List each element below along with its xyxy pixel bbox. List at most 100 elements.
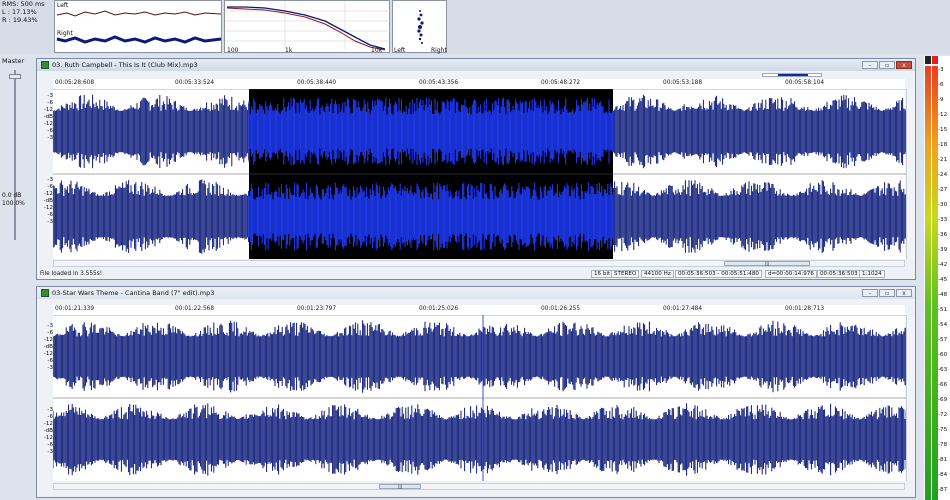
ylab: -3 [47, 219, 53, 225]
ylab: -3 [47, 177, 53, 183]
close-button[interactable]: x [896, 61, 912, 69]
ylab: -dB [43, 344, 53, 350]
waveform-area-2[interactable] [52, 314, 907, 481]
tick-1-0: 00:05:28:608 [55, 80, 95, 86]
vertical-scrollbar-1[interactable] [906, 89, 915, 259]
spectrum-plot: 100 1k 10k [224, 0, 391, 54]
cursor-position: 00:05:36:503 [817, 270, 861, 278]
ylab: -6 [47, 128, 53, 134]
meter-tick: -72 [938, 412, 948, 418]
meter-tick: -48 [938, 292, 948, 298]
ylab: -12 [43, 191, 53, 197]
y-axis-ch2: -3 -6 -12 -dB -12 -6 -3 [39, 407, 53, 456]
y-axis-ch2: -3 -6 -12 -dB -12 -6 -3 [39, 177, 53, 226]
spectrum-tick-1k: 1k [285, 47, 293, 54]
scroll-thumb-1[interactable]: ||| [724, 261, 810, 266]
maximize-button[interactable]: ▫ [879, 289, 895, 297]
meter-tick: -51 [938, 307, 948, 313]
ylab: -dB [43, 198, 53, 204]
ylab: -6 [47, 442, 53, 448]
ylab: -3 [47, 407, 53, 413]
meter-tick: -36 [938, 232, 948, 238]
horizontal-scrollbar-2[interactable]: ||| [53, 483, 905, 490]
meter-tick: -6 [938, 82, 944, 88]
meter-tick: -54 [938, 322, 948, 328]
ylab: -6 [47, 100, 53, 106]
minimize-button[interactable]: – [862, 289, 878, 297]
tick-2-2: 00:01:23:797 [297, 306, 337, 312]
peak-indicator-left [925, 56, 931, 64]
audio-window-1[interactable]: 03. Ruth Campbell - This Is It (Club Mix… [36, 58, 916, 280]
vertical-scrollbar-2[interactable] [906, 315, 915, 481]
meter-bar-left [925, 66, 931, 500]
meter-tick: -81 [938, 457, 948, 463]
tick-1-3: 00:05:43:356 [419, 80, 459, 86]
ylab: -12 [43, 351, 53, 357]
y-axis-ch1: -3 -6 -12 -dB -12 -6 -3 [39, 323, 53, 372]
meter-tick: -24 [938, 172, 948, 178]
ylab: -6 [47, 358, 53, 364]
ylab: -3 [47, 449, 53, 455]
meter-tick: -39 [938, 247, 948, 253]
lr-left-label: Left [57, 2, 69, 9]
maximize-button[interactable]: ▫ [879, 61, 895, 69]
meter-tick: -33 [938, 217, 948, 223]
stereo-scope: Left Right [392, 0, 447, 54]
analysis-strip: RMS: 500 ms L : 17.13% R : 19.43% Left R… [0, 0, 950, 54]
waveform-svg-2[interactable] [52, 314, 907, 481]
window-2-titlebar[interactable]: 03-Star Wars Theme - Cantina Band (7" ed… [37, 287, 915, 299]
sample-rate: 44100 Hz [641, 270, 674, 278]
scope-right-label: Right [431, 47, 447, 54]
rms-right: R : 19.43% [2, 16, 38, 24]
ylab: -12 [43, 421, 53, 427]
selection-range: 00:05:36:503 - 00:05:51:480 [675, 270, 762, 278]
meter-tick: -30 [938, 202, 948, 208]
timeline-ruler-2[interactable]: 00:01:21:339 00:01:22:568 00:01:23:797 0… [53, 305, 905, 315]
spectrum-svg [225, 1, 391, 51]
meter-tick: -9 [938, 97, 944, 103]
meter-tick: -18 [938, 142, 948, 148]
ylab: -12 [43, 107, 53, 113]
rms-readout: RMS: 500 ms L : 17.13% R : 19.43% [2, 0, 52, 24]
tick-2-1: 00:01:22:568 [175, 306, 215, 312]
waveform-area-1[interactable] [52, 88, 907, 259]
overview-viewport[interactable] [778, 74, 808, 76]
ylab: -6 [47, 414, 53, 420]
tick-2-6: 00:01:28:713 [785, 306, 825, 312]
master-db: 0.0 dB [2, 192, 22, 199]
overview-position-bar[interactable] [762, 73, 822, 77]
close-button[interactable]: x [896, 289, 912, 297]
peak-indicator-right [932, 56, 938, 64]
meter-tick: -84 [938, 472, 948, 478]
meter-tick: -87 [938, 487, 948, 493]
channel-right-waveform [52, 403, 907, 476]
ylab: -6 [47, 330, 53, 336]
timeline-ruler-1[interactable]: 00:05:28:608 00:05:33:524 00:05:38:440 0… [53, 79, 905, 89]
ylab: -6 [47, 212, 53, 218]
meter-tick: -66 [938, 382, 948, 388]
tick-2-0: 00:01:21:339 [55, 306, 95, 312]
channel-mode: STEREO [611, 270, 640, 278]
horizontal-scrollbar-1[interactable]: ||| [53, 260, 905, 267]
ylab: -dB [43, 428, 53, 434]
meter-tick: -69 [938, 397, 948, 403]
tick-1-4: 00:05:48:272 [541, 80, 581, 86]
master-slider-handle[interactable] [9, 74, 21, 79]
bit-depth: 16 bit [591, 270, 614, 278]
rms-left: L : 17.13% [2, 8, 37, 16]
tick-1-2: 00:05:38:440 [297, 80, 337, 86]
master-slider-track[interactable] [14, 70, 16, 240]
ylab: -12 [43, 205, 53, 211]
spectrum-tick-100: 100 [227, 47, 239, 54]
minimize-button[interactable]: – [862, 61, 878, 69]
ylab: -12 [43, 121, 53, 127]
meter-tick: -75 [938, 427, 948, 433]
window-1-titlebar[interactable]: 03. Ruth Campbell - This Is It (Club Mix… [37, 59, 915, 71]
meter-tick: -57 [938, 337, 948, 343]
master-pct: 100.0% [2, 200, 25, 207]
audio-window-2[interactable]: 03-Star Wars Theme - Cantina Band (7" ed… [36, 286, 916, 498]
status-message: File loaded in 3.555s! [40, 271, 103, 277]
ylab: -3 [47, 323, 53, 329]
waveform-svg-1[interactable] [52, 88, 907, 259]
scroll-thumb-2[interactable]: ||| [379, 484, 421, 489]
